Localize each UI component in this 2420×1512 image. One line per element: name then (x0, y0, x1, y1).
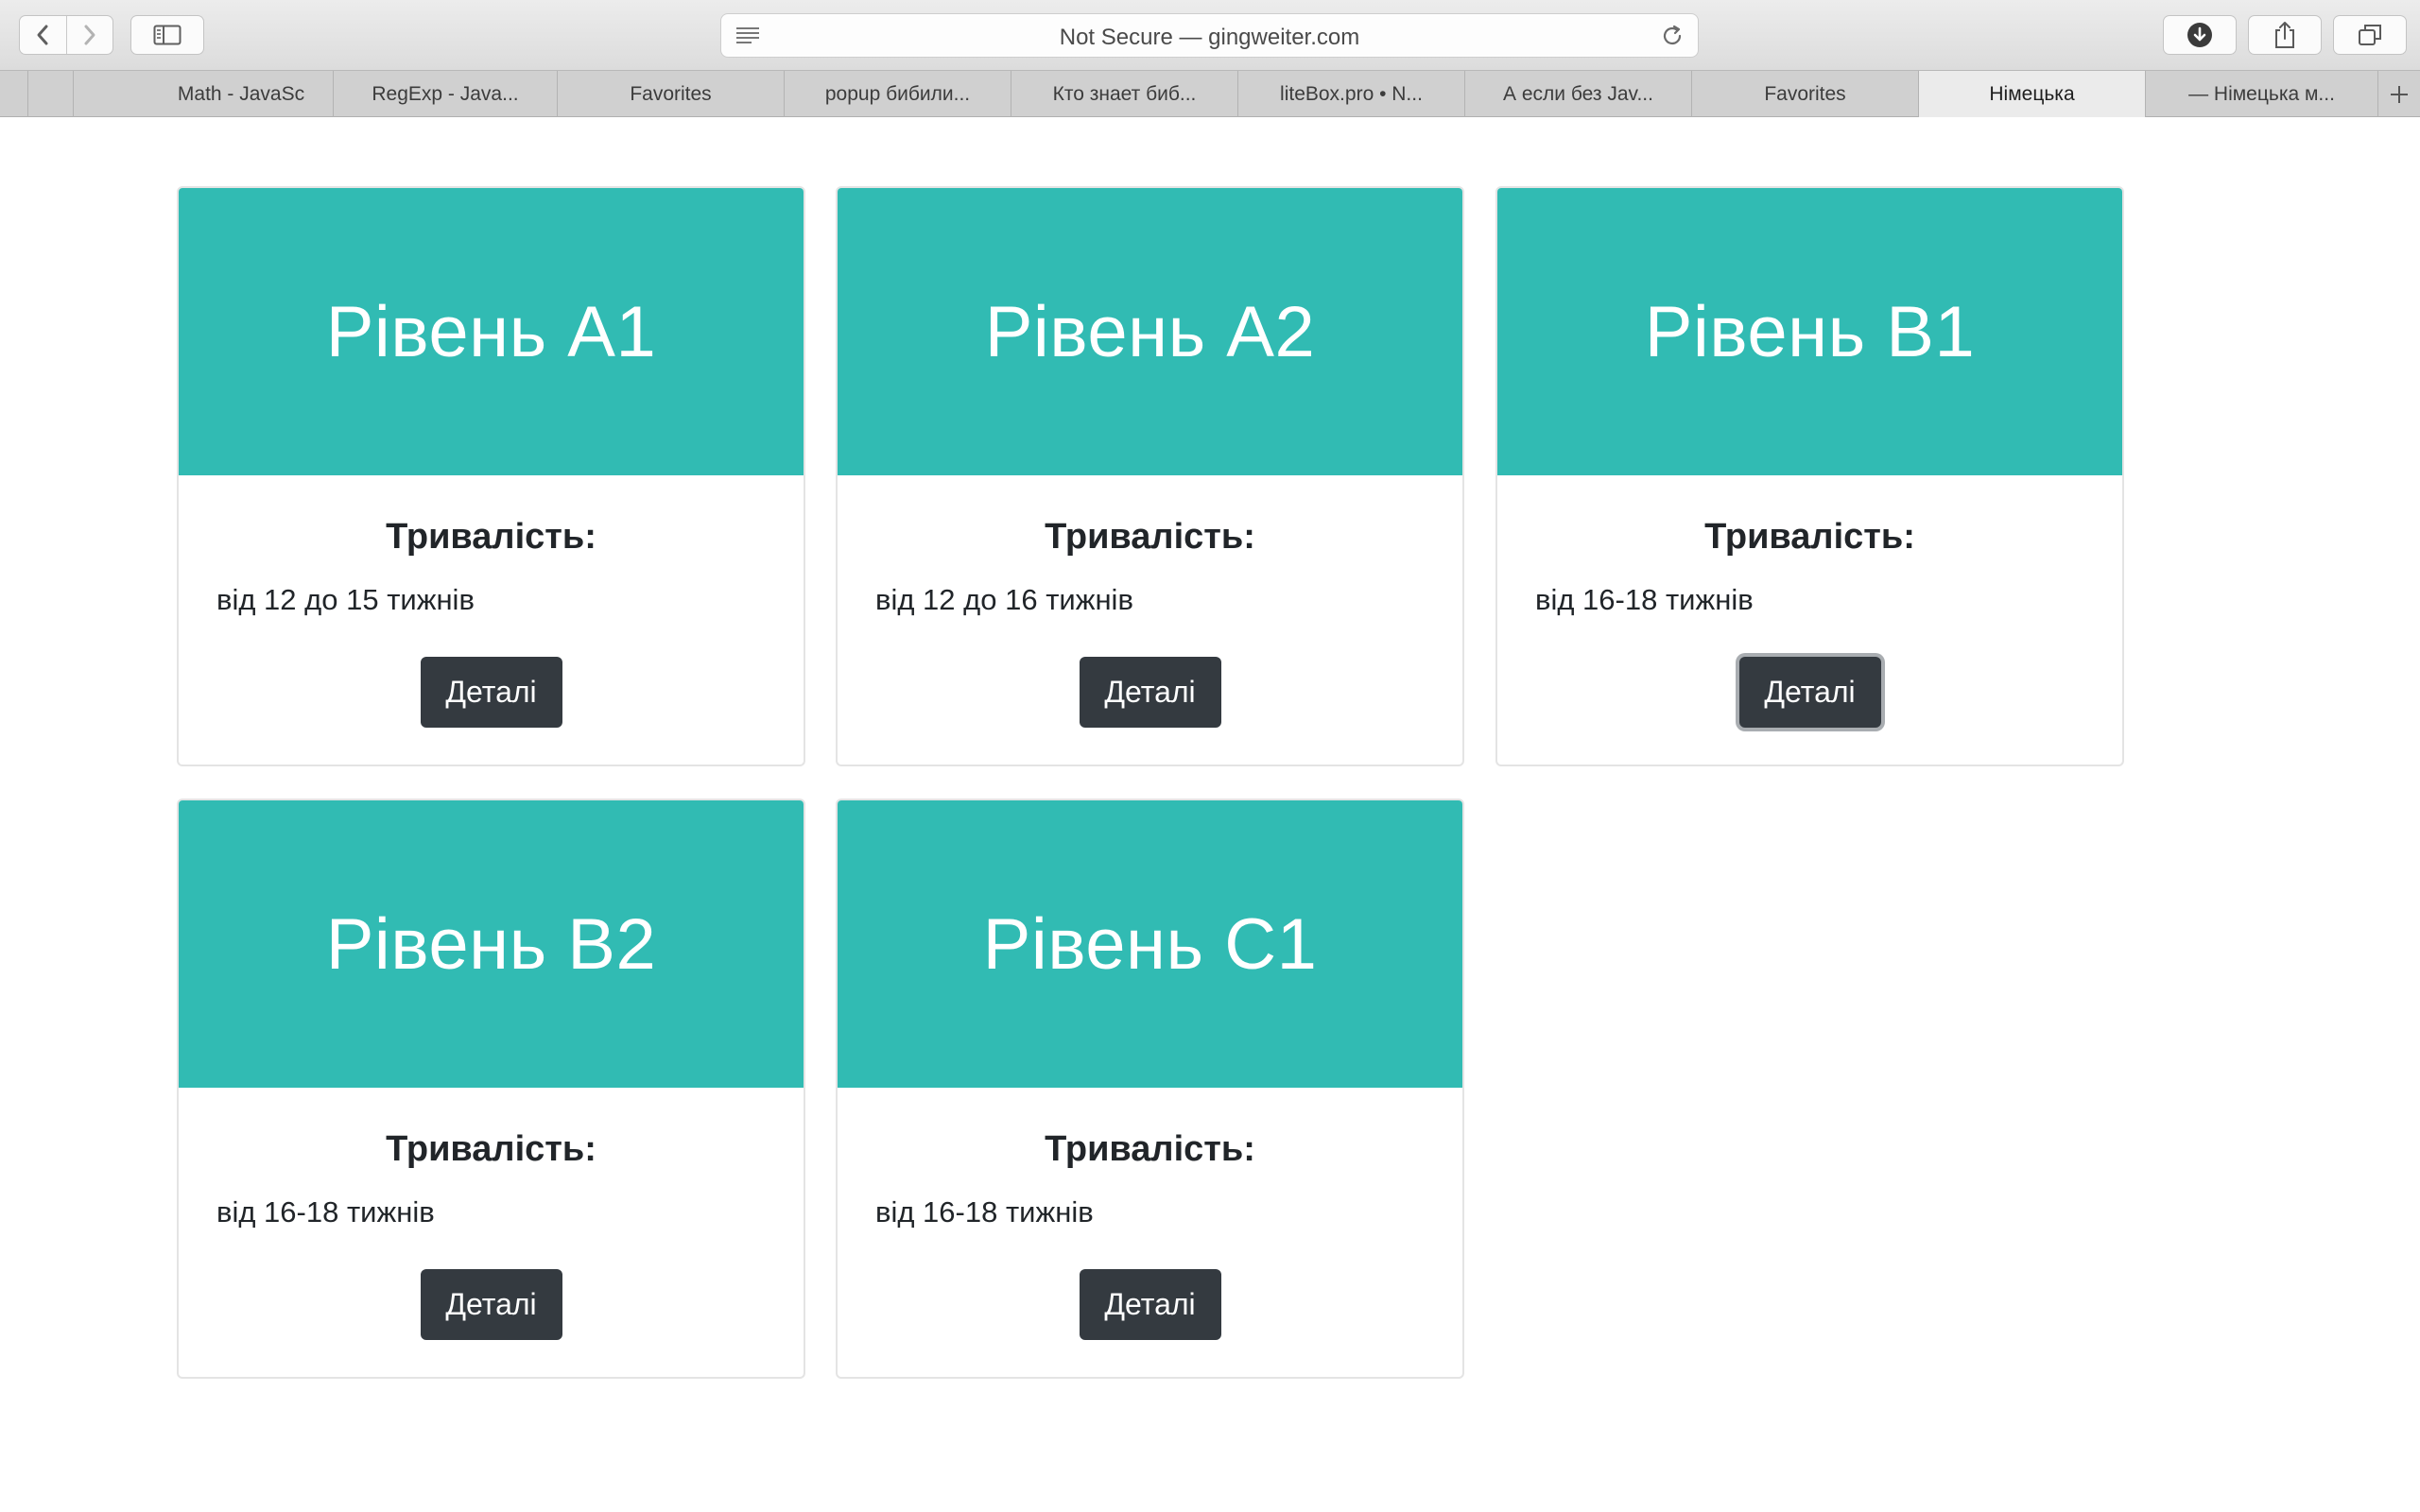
course-card-c1: Рівень C1 Тривалість: від 16-18 тижнів Д… (836, 799, 1464, 1379)
plus-icon (2391, 85, 2408, 103)
forward-button[interactable] (65, 16, 113, 54)
card-duration: від 12 до 16 тижнів (875, 583, 1133, 616)
details-button[interactable]: Деталі (420, 657, 562, 728)
tab-label: Німецька (1989, 82, 2075, 105)
tab[interactable]: А если без Jav... (1465, 71, 1692, 117)
share-button[interactable] (2248, 15, 2322, 55)
card-header: Рівень A2 (838, 188, 1462, 475)
card-duration: від 16-18 тижнів (875, 1195, 1094, 1228)
tab[interactable]: RegExp - Java... (334, 71, 558, 117)
card-header: Рівень A1 (179, 188, 804, 475)
tab[interactable]: Кто знает биб... (1011, 71, 1238, 117)
card-duration: від 16-18 тижнів (1535, 583, 1754, 616)
course-card-b2: Рівень B2 Тривалість: від 16-18 тижнів Д… (177, 799, 805, 1379)
card-title: Рівень B1 (1644, 291, 1976, 372)
tab[interactable]: Favorites (1692, 71, 1919, 117)
tab[interactable] (0, 71, 28, 117)
tab-label: А если без Jav... (1503, 82, 1653, 105)
tab-label: Math - JavaSc (177, 82, 305, 105)
tab-label: RegExp - Java... (372, 82, 519, 105)
card-header: Рівень B2 (179, 800, 804, 1088)
browser-toolbar: Not Secure — gingweiter.com (0, 0, 2420, 70)
back-button[interactable] (20, 16, 66, 54)
card-subtitle: Тривалість: (386, 1129, 596, 1169)
sidebar-icon (153, 25, 182, 45)
card-subtitle: Тривалість: (1045, 1129, 1255, 1169)
tab[interactable] (28, 71, 74, 117)
tab-label: Кто знает биб... (1052, 82, 1197, 105)
tab-label: popup бибили... (824, 82, 971, 105)
tab-label: — Німецька м... (2188, 82, 2335, 105)
new-tab-button[interactable] (2378, 71, 2420, 117)
details-button[interactable]: Деталі (1079, 1269, 1221, 1340)
tab-bar: Math - JavaSc RegExp - Java... Favorites… (0, 70, 2420, 117)
download-icon (2187, 23, 2212, 47)
tab-overview-button[interactable] (2333, 15, 2407, 55)
card-subtitle: Тривалість: (386, 517, 596, 557)
tab-label: Favorites (1764, 82, 1846, 105)
tab[interactable]: Favorites (558, 71, 785, 117)
navigation-buttons (19, 15, 113, 55)
course-card-b1: Рівень B1 Тривалість: від 16-18 тижнів Д… (1495, 186, 2124, 766)
details-button[interactable]: Деталі (420, 1269, 562, 1340)
card-title: Рівень A2 (984, 291, 1316, 372)
tab-label: liteBox.pro • N... (1280, 82, 1423, 105)
tab[interactable]: Math - JavaSc (149, 71, 334, 117)
details-button[interactable]: Деталі (1738, 657, 1881, 728)
card-title: Рівень A1 (325, 291, 657, 372)
card-subtitle: Тривалість: (1045, 517, 1255, 557)
card-duration: від 12 до 15 тижнів (216, 583, 475, 616)
card-header: Рівень B1 (1497, 188, 2122, 475)
tabs-icon (2359, 25, 2381, 45)
tab[interactable]: popup бибили... (785, 71, 1011, 117)
tab[interactable]: — Німецька м... (2146, 71, 2378, 117)
chevron-right-icon (84, 25, 95, 45)
tab-active[interactable]: Німецька (1919, 71, 2146, 117)
tab[interactable]: liteBox.pro • N... (1238, 71, 1465, 117)
tab-label: Favorites (630, 82, 712, 105)
card-header: Рівень C1 (838, 800, 1462, 1088)
share-icon (2275, 22, 2294, 48)
downloads-button[interactable] (2163, 15, 2237, 55)
card-subtitle: Тривалість: (1704, 517, 1915, 557)
card-title: Рівень C1 (982, 903, 1318, 985)
card-duration: від 16-18 тижнів (216, 1195, 435, 1228)
chevron-left-icon (37, 25, 48, 45)
sidebar-toggle-button[interactable] (130, 15, 204, 55)
details-button[interactable]: Деталі (1079, 657, 1221, 728)
reload-icon[interactable] (1660, 24, 1685, 52)
course-card-a1: Рівень A1 Тривалість: від 12 до 15 тижні… (177, 186, 805, 766)
address-bar[interactable]: Not Secure — gingweiter.com (720, 13, 1699, 58)
course-card-a2: Рівень A2 Тривалість: від 12 до 16 тижні… (836, 186, 1464, 766)
card-title: Рівень B2 (325, 903, 657, 985)
url-text: Not Secure — gingweiter.com (1059, 25, 1360, 50)
